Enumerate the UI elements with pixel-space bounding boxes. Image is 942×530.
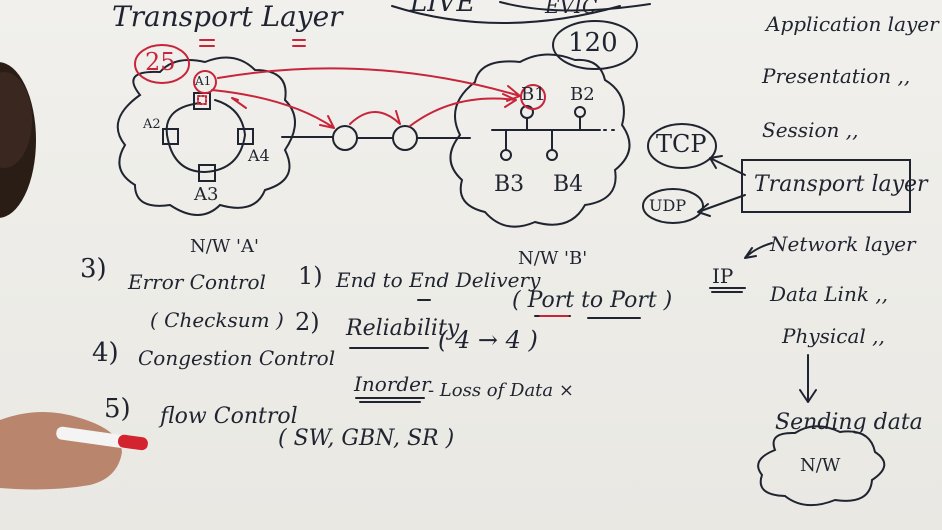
host-a4-label: A4 (248, 146, 270, 165)
point-5-detail: ( SW, GBN, SR ) (278, 426, 455, 451)
osi-datalink: Data Link ,, (770, 282, 889, 306)
point-3-number: 3) (80, 254, 107, 284)
host-a3-label: A3 (194, 184, 219, 205)
osi-presentation: Presentation ,, (762, 64, 911, 88)
point-1-number: 1) (298, 262, 323, 290)
point-2-inorder: Inorder (354, 372, 431, 396)
point-2-number: 2) (295, 308, 320, 336)
point-4-number: 4) (92, 338, 119, 368)
host-b4-label: B4 (553, 172, 584, 197)
osi-transport: Transport layer (754, 172, 928, 197)
host-a1-label: A1 (195, 74, 212, 88)
whiteboard: Transport Layer LIVE EVIC 25 A1 A2 A3 A4… (0, 0, 942, 530)
network-b-label: N/W 'B' (518, 248, 588, 269)
evic-label: EVIC (545, 0, 598, 18)
point-1-detail: ( Port to Port ) (512, 288, 673, 313)
osi-application: Application layer (766, 12, 939, 36)
point-1-text: End to End Delivery (336, 268, 541, 292)
host-b3-label: B3 (494, 172, 525, 197)
sending-cloud-label: N/W (800, 455, 841, 476)
osi-session: Session ,, (762, 118, 859, 142)
host-b1-label: B1 (521, 84, 546, 105)
page-title: Transport Layer (112, 0, 343, 33)
osi-network: Network layer (770, 232, 916, 256)
point-3-detail: ( Checksum ) (150, 308, 284, 332)
udp-label: UDP (649, 196, 687, 215)
network-a-label: N/W 'A' (190, 236, 259, 257)
point-2-loss: - Loss of Data × (428, 380, 574, 401)
osi-physical: Physical ,, (782, 324, 885, 348)
network-b-count: 120 (568, 28, 618, 58)
network-a-count: 25 (145, 48, 176, 76)
tcp-label: TCP (656, 130, 707, 158)
point-2-detail: ( 4 → 4 ) (438, 326, 538, 354)
live-label: LIVE (410, 0, 476, 18)
host-b2-label: B2 (570, 84, 595, 105)
point-4-text: Congestion Control (138, 346, 336, 370)
point-3-text: Error Control (128, 270, 266, 294)
point-5-number: 5) (104, 394, 131, 424)
marker-cap (117, 434, 148, 451)
ip-label: IP (712, 264, 734, 288)
point-5-text: flow Control (160, 404, 298, 429)
sending-data-label: Sending data (775, 410, 923, 435)
host-a2-label: A2 (143, 117, 161, 132)
